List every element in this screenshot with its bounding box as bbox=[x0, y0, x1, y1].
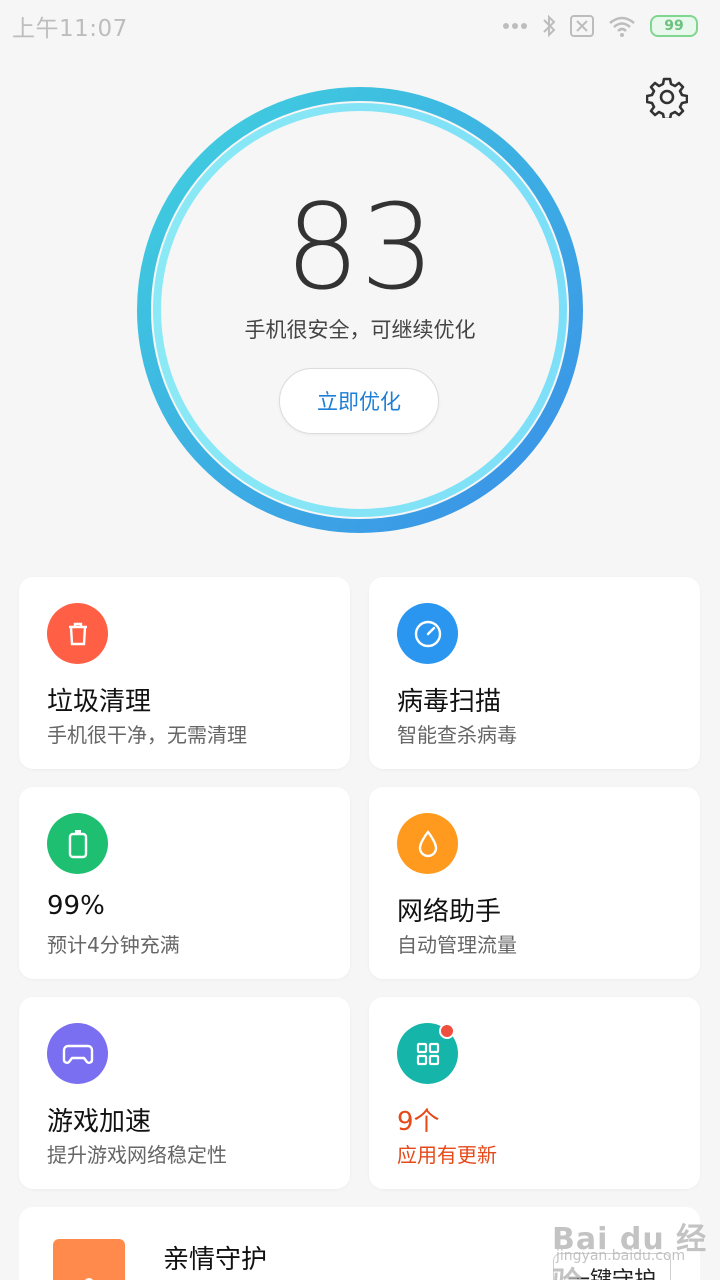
settings-button[interactable] bbox=[645, 76, 689, 121]
notification-dot bbox=[439, 1023, 455, 1039]
optimize-now-button[interactable]: 立即优化 bbox=[279, 368, 439, 434]
card-app-updates[interactable]: 9个 应用有更新 bbox=[369, 997, 700, 1189]
card-subtitle: 智能查杀病毒 bbox=[397, 723, 517, 747]
battery-icon bbox=[47, 813, 108, 874]
card-title: 网络助手 bbox=[397, 897, 502, 927]
drop-icon bbox=[397, 813, 458, 874]
bluetooth-icon bbox=[543, 14, 556, 38]
card-junk-cleanup[interactable]: 垃圾清理 手机很干净，无需清理 bbox=[19, 577, 350, 769]
card-subtitle: 手机很干净，无需清理 bbox=[47, 723, 247, 747]
battery-indicator: 99 bbox=[650, 15, 698, 37]
card-subtitle: 提升游戏网络稳定性 bbox=[47, 1143, 227, 1167]
gamepad-icon bbox=[47, 1023, 108, 1084]
signal-dots-icon bbox=[503, 23, 527, 29]
gauge-icon bbox=[397, 603, 458, 664]
card-subtitle: 预计4分钟充满 bbox=[47, 933, 180, 957]
trash-icon bbox=[47, 603, 108, 664]
card-title: 游戏加速 bbox=[47, 1107, 152, 1137]
card-title: 垃圾清理 bbox=[47, 687, 152, 717]
wifi-icon bbox=[609, 16, 635, 37]
sim-off-icon bbox=[570, 15, 594, 37]
family-guard-title: 亲情守护 bbox=[163, 1245, 268, 1275]
card-title: 病毒扫描 bbox=[397, 687, 502, 717]
status-time: 上午11:07 bbox=[12, 16, 128, 42]
score-description: 手机很安全，可继续优化 bbox=[244, 318, 476, 342]
card-subtitle: 自动管理流量 bbox=[397, 933, 517, 957]
security-score-panel: 83 手机很安全，可继续优化 立即优化 bbox=[134, 84, 586, 536]
card-network-assistant[interactable]: 网络助手 自动管理流量 bbox=[369, 787, 700, 979]
status-bar: 上午11:07 99 bbox=[0, 0, 720, 52]
family-icon bbox=[53, 1239, 125, 1280]
watermark-logo: Bai du 经验 bbox=[552, 1222, 708, 1280]
battery-level: 99 bbox=[664, 18, 684, 34]
status-icons: 99 bbox=[502, 14, 698, 38]
gear-icon bbox=[645, 77, 689, 121]
card-title: 99% bbox=[47, 891, 105, 921]
watermark-url: jingyan.baidu.com bbox=[556, 1248, 686, 1264]
card-title: 9个 bbox=[397, 1107, 440, 1137]
card-subtitle: 应用有更新 bbox=[397, 1143, 497, 1167]
card-battery[interactable]: 99% 预计4分钟充满 bbox=[19, 787, 350, 979]
security-score: 83 bbox=[284, 178, 436, 316]
card-virus-scan[interactable]: 病毒扫描 智能查杀病毒 bbox=[369, 577, 700, 769]
card-game-boost[interactable]: 游戏加速 提升游戏网络稳定性 bbox=[19, 997, 350, 1189]
